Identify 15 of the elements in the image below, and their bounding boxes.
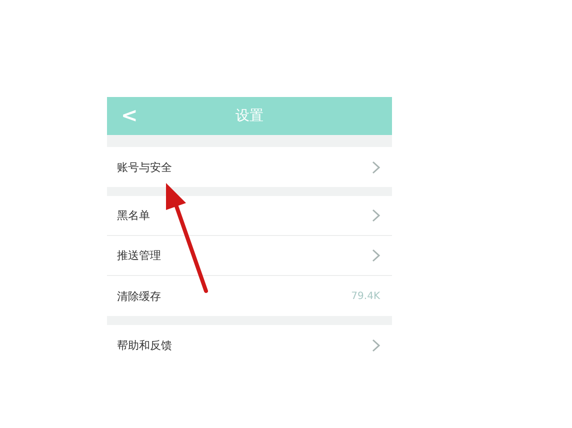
chevron-icon xyxy=(372,338,380,352)
page-title: 设置 xyxy=(236,107,264,125)
chevron-icon xyxy=(372,209,380,222)
row-label: 账号与安全 xyxy=(117,160,173,174)
settings-row[interactable]: 帮助和反馈 xyxy=(107,325,392,365)
cache-size: 79.4K xyxy=(351,290,380,302)
row-label: 推送管理 xyxy=(117,248,162,263)
settings-row[interactable]: 推送管理 xyxy=(107,236,392,276)
row-label: 清除缓存 xyxy=(117,288,162,304)
row-label: 帮助和反馈 xyxy=(117,338,173,352)
chevron-icon xyxy=(372,249,380,262)
settings-row[interactable]: 清除缓存 79.4K xyxy=(107,276,392,316)
settings-row[interactable]: 账号与安全 xyxy=(107,147,392,187)
row-label: 黑名单 xyxy=(117,208,151,223)
chevron-icon xyxy=(372,160,380,174)
